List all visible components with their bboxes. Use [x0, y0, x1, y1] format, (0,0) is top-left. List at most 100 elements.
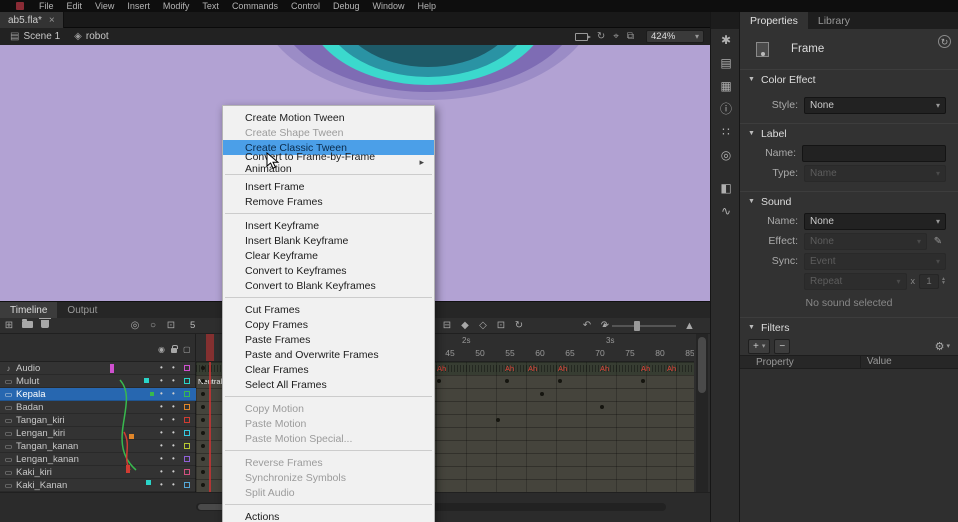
keyframe-dot[interactable]: [437, 379, 441, 383]
layer-lock-dot[interactable]: •: [172, 467, 175, 476]
edit-multiple-frames-icon[interactable]: ⊡: [162, 318, 180, 334]
history-panel-icon[interactable]: ◎: [711, 144, 741, 167]
edit-sound-envelope-icon[interactable]: ✎: [930, 236, 946, 247]
align-panel-icon[interactable]: ▦: [711, 75, 741, 98]
layer-lock-dot[interactable]: •: [172, 376, 175, 385]
tab-properties[interactable]: Properties: [740, 12, 808, 29]
layer-outline-swatch[interactable]: [184, 443, 190, 449]
label-type-dropdown[interactable]: Name ▾: [804, 165, 946, 182]
menu-item-insert-frame[interactable]: Insert Frame: [223, 179, 434, 194]
layer-lock-dot[interactable]: •: [172, 441, 175, 450]
color-panel-icon[interactable]: ✱: [711, 29, 741, 52]
layer-visibility-dot[interactable]: •: [160, 441, 163, 450]
delete-layer-icon[interactable]: [36, 318, 54, 334]
layer-outline-swatch[interactable]: [184, 404, 190, 410]
onion-skin-outlines-icon[interactable]: ○: [144, 318, 162, 334]
keyframe-dot[interactable]: [201, 470, 205, 474]
layer-outline-swatch[interactable]: [184, 391, 190, 397]
layer-visibility-dot[interactable]: •: [160, 480, 163, 489]
menu-window[interactable]: Window: [373, 1, 405, 11]
frame-view-small-icon[interactable]: ▲: [601, 318, 608, 334]
refresh-icon[interactable]: ↻: [938, 35, 951, 48]
lock-icon[interactable]: [171, 346, 177, 355]
repeat-stepper[interactable]: ▲▼: [941, 277, 946, 285]
frame-view-large-icon[interactable]: ▲: [684, 318, 695, 334]
keyframe-dot[interactable]: [540, 392, 544, 396]
keyframe-dot[interactable]: [558, 379, 562, 383]
layer-row-kepala[interactable]: ▭ Kepala • •: [0, 388, 196, 401]
menu-item-actions[interactable]: Actions: [223, 509, 434, 522]
menu-item-paste-frames[interactable]: Paste Frames: [223, 332, 434, 347]
layer-row-tangan-kiri[interactable]: ▭ Tangan_kiri • •: [0, 414, 196, 427]
sound-effect-dropdown[interactable]: None ▾: [804, 233, 927, 250]
menu-item-convert-to-keyframes[interactable]: Convert to Keyframes: [223, 263, 434, 278]
menu-item-insert-keyframe[interactable]: Insert Keyframe: [223, 218, 434, 233]
style-dropdown[interactable]: None ▾: [804, 97, 946, 114]
menu-modify[interactable]: Modify: [163, 1, 190, 11]
layer-lock-dot[interactable]: •: [172, 402, 175, 411]
onion-skin-icon[interactable]: ◎: [126, 318, 144, 334]
layer-lock-dot[interactable]: •: [172, 363, 175, 372]
tab-output[interactable]: Output: [57, 302, 107, 318]
keyframe-dot[interactable]: [201, 483, 205, 487]
motion-presets-panel-icon[interactable]: ∿: [711, 200, 741, 223]
keyframe-dot[interactable]: [201, 444, 205, 448]
layer-row-lengan-kanan[interactable]: ▭ Lengan_kanan • •: [0, 453, 196, 466]
menu-item-select-all-frames[interactable]: Select All Frames: [223, 377, 434, 392]
keyframe-dot[interactable]: [201, 418, 205, 422]
section-label[interactable]: ▼ Label: [740, 123, 958, 143]
keyframe-dot[interactable]: [505, 379, 509, 383]
timeline-zoom-slider[interactable]: [612, 325, 676, 327]
scrollbar-thumb[interactable]: [698, 337, 706, 393]
layer-row-badan[interactable]: ▭ Badan • •: [0, 401, 196, 414]
keyframe-dot[interactable]: [201, 379, 205, 383]
document-tab[interactable]: ab5.fla* ×: [0, 12, 64, 28]
menu-item-insert-blank-keyframe[interactable]: Insert Blank Keyframe: [223, 233, 434, 248]
layer-visibility-dot[interactable]: •: [160, 402, 163, 411]
layer-outline-swatch[interactable]: [184, 456, 190, 462]
insert-blank-keyframe-icon[interactable]: ◇: [474, 318, 492, 334]
zoom-dropdown[interactable]: 424% ▾: [646, 30, 704, 43]
remove-filter-button[interactable]: −: [774, 339, 790, 354]
center-frame-icon[interactable]: ⊡: [492, 318, 510, 334]
add-filter-button[interactable]: + ▾: [748, 339, 770, 354]
menu-item-clear-keyframe[interactable]: Clear Keyframe: [223, 248, 434, 263]
insert-frame-icon[interactable]: ⊟: [438, 318, 456, 334]
menu-insert[interactable]: Insert: [127, 1, 150, 11]
layer-lock-dot[interactable]: •: [172, 428, 175, 437]
menu-item-cut-frames[interactable]: Cut Frames: [223, 302, 434, 317]
section-filters[interactable]: ▼ Filters: [740, 317, 958, 337]
layer-lock-dot[interactable]: •: [172, 389, 175, 398]
layer-visibility-dot[interactable]: •: [160, 454, 163, 463]
playhead-marker[interactable]: [206, 334, 214, 362]
repeat-count-field[interactable]: 1: [919, 274, 939, 289]
filter-options-button[interactable]: ⚙ ▾: [935, 340, 950, 353]
keyframe-dot[interactable]: [201, 457, 205, 461]
swatches-panel-icon[interactable]: ▤: [711, 52, 741, 75]
menu-edit[interactable]: Edit: [67, 1, 83, 11]
timeline-vertical-scrollbar[interactable]: [696, 334, 708, 492]
layer-outline-swatch[interactable]: [184, 365, 190, 371]
outline-icon[interactable]: ▢: [183, 345, 191, 354]
layer-row-kaki-kanan[interactable]: ▭ Kaki_Kanan • •: [0, 479, 196, 492]
sound-repeat-dropdown[interactable]: Repeat ▾: [804, 273, 907, 290]
eye-icon[interactable]: ◉: [158, 345, 165, 354]
close-icon[interactable]: ×: [49, 15, 55, 26]
layer-outline-swatch[interactable]: [184, 430, 190, 436]
layer-row-tangan-kanan[interactable]: ▭ Tangan_kanan • •: [0, 440, 196, 453]
tab-library[interactable]: Library: [808, 12, 860, 29]
camera-icon[interactable]: [575, 33, 588, 41]
layer-lock-dot[interactable]: •: [172, 454, 175, 463]
menu-debug[interactable]: Debug: [333, 1, 360, 11]
info-panel-icon[interactable]: ⓘ: [711, 98, 741, 121]
keyframe-dot[interactable]: [600, 405, 604, 409]
menu-item-clear-frames[interactable]: Clear Frames: [223, 362, 434, 377]
layer-outline-swatch[interactable]: [184, 469, 190, 475]
rotate-stage-icon[interactable]: ↻: [597, 31, 605, 42]
transform-panel-icon[interactable]: ∷: [711, 121, 741, 144]
keyframe-dot[interactable]: [201, 392, 205, 396]
keyframe-dot[interactable]: [201, 366, 205, 370]
symbol-breadcrumb[interactable]: robot: [86, 31, 109, 42]
tab-timeline[interactable]: Timeline: [0, 302, 57, 318]
layer-visibility-dot[interactable]: •: [160, 415, 163, 424]
